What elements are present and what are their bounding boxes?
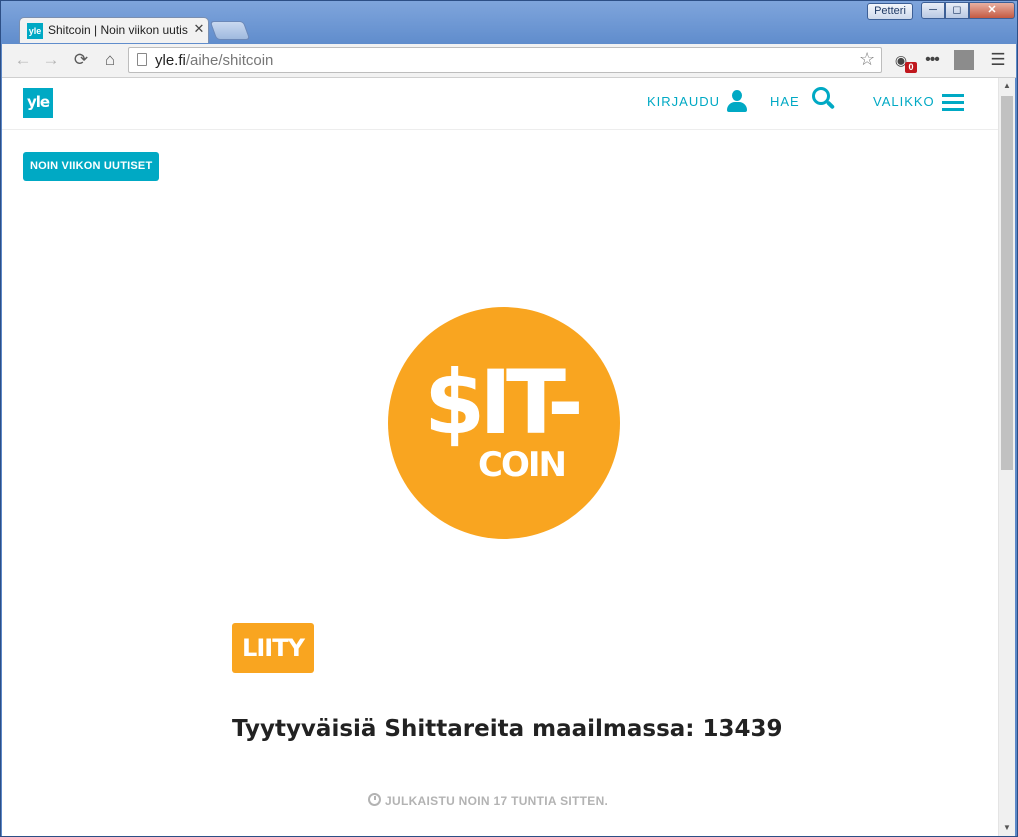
join-button[interactable]: LIITY bbox=[232, 623, 314, 673]
home-icon[interactable]: ⌂ bbox=[99, 49, 121, 71]
user-icon[interactable] bbox=[726, 90, 748, 114]
hamburger-menu-icon[interactable] bbox=[942, 94, 964, 112]
extension-dots-icon[interactable]: ••• bbox=[921, 49, 943, 71]
extension-badge: 0 bbox=[905, 62, 917, 73]
stat-heading: Tyytyväisiä Shittareita maailmassa: 1343… bbox=[232, 716, 783, 742]
search-link[interactable]: HAE bbox=[770, 94, 800, 109]
tab-title: Shitcoin | Noin viikon uutiset bbox=[48, 23, 188, 37]
published-text: JULKAISTU NOIN 17 TUNTIA SITTEN. bbox=[385, 794, 609, 808]
page-viewport: yle KIRJAUDU HAE VALIKKO NOIN VIIKON UUT… bbox=[2, 78, 998, 836]
reload-icon[interactable]: ⟳ bbox=[70, 49, 92, 71]
published-timestamp: JULKAISTU NOIN 17 TUNTIA SITTEN. bbox=[368, 792, 608, 808]
vertical-scrollbar[interactable]: ▲ ▼ bbox=[998, 78, 1015, 836]
browser-window: Petteri ─ ◻ ✕ yle Shitcoin | Noin viikon… bbox=[0, 0, 1018, 837]
menu-link[interactable]: VALIKKO bbox=[873, 94, 935, 109]
browser-toolbar: ← → ⟳ ⌂ yle.fi/aihe/shitcoin ☆ ◉ 0 ••• ☰ bbox=[2, 44, 1016, 78]
title-bar: Petteri ─ ◻ ✕ yle Shitcoin | Noin viikon… bbox=[1, 1, 1017, 45]
close-window-button[interactable]: ✕ bbox=[969, 2, 1015, 19]
section-tag[interactable]: NOIN VIIKON UUTISET bbox=[23, 152, 160, 181]
url-domain: yle.fi bbox=[155, 52, 186, 69]
login-link[interactable]: KIRJAUDU bbox=[647, 94, 720, 109]
coin-main-text: $IT- bbox=[424, 351, 584, 454]
minimize-button[interactable]: ─ bbox=[921, 2, 945, 19]
address-bar[interactable]: yle.fi/aihe/shitcoin ☆ bbox=[128, 47, 882, 73]
chrome-menu-icon[interactable]: ☰ bbox=[987, 49, 1009, 71]
new-tab-button[interactable] bbox=[209, 21, 251, 40]
url-path: /aihe/shitcoin bbox=[185, 52, 274, 69]
scroll-thumb[interactable] bbox=[1001, 96, 1013, 470]
coin-sub-text: COIN bbox=[478, 445, 567, 485]
maximize-button[interactable]: ◻ bbox=[945, 2, 969, 19]
page-icon bbox=[137, 53, 147, 66]
forward-arrow-icon[interactable]: → bbox=[40, 49, 62, 71]
yle-favicon-icon: yle bbox=[27, 23, 43, 39]
shitcoin-logo: $IT- COIN bbox=[388, 307, 620, 539]
url-text: yle.fi/aihe/shitcoin bbox=[155, 52, 273, 69]
search-icon[interactable] bbox=[812, 87, 836, 111]
clock-icon bbox=[368, 793, 381, 806]
close-tab-icon[interactable]: ✕ bbox=[192, 22, 206, 36]
bookmark-star-icon[interactable]: ☆ bbox=[859, 49, 875, 70]
browser-tab[interactable]: yle Shitcoin | Noin viikon uutiset ✕ bbox=[19, 17, 209, 43]
extension-image-icon[interactable] bbox=[954, 50, 974, 70]
yle-logo[interactable]: yle bbox=[23, 88, 53, 118]
back-arrow-icon[interactable]: ← bbox=[12, 49, 34, 71]
site-header: yle KIRJAUDU HAE VALIKKO bbox=[2, 78, 998, 130]
scroll-down-arrow-icon[interactable]: ▼ bbox=[999, 820, 1015, 836]
scroll-up-arrow-icon[interactable]: ▲ bbox=[999, 78, 1015, 94]
profile-button[interactable]: Petteri bbox=[867, 3, 913, 20]
